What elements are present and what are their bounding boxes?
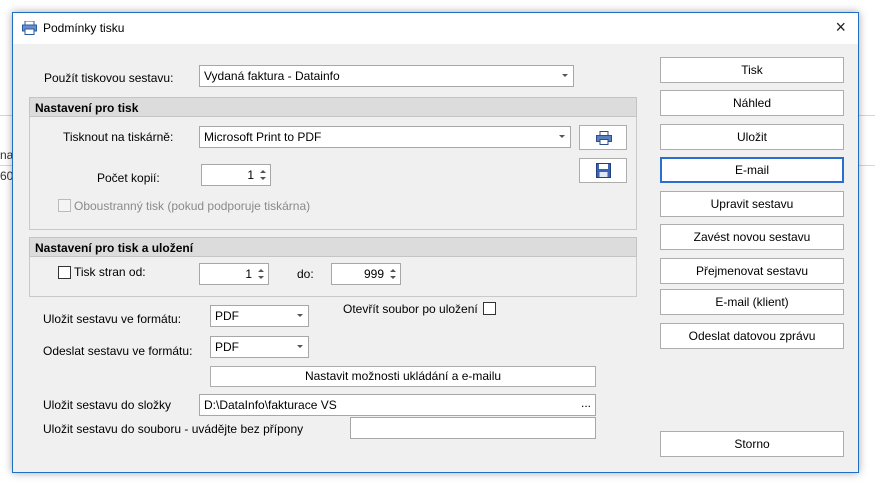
report-label: Použít tiskovou sestavu:	[44, 71, 174, 85]
title-bar: Podmínky tisku ×	[13, 13, 858, 44]
printer-icon	[22, 21, 37, 35]
chevron-up-icon[interactable]	[260, 170, 266, 173]
preview-button[interactable]: Náhled	[660, 90, 844, 116]
send-format-label: Odeslat sestavu ve formátu:	[43, 344, 193, 358]
open-after-save-checkbox[interactable]	[483, 302, 496, 315]
file-input[interactable]	[350, 417, 596, 439]
folder-value: D:\DataInfo\fakturace VS	[204, 398, 337, 412]
pages-to-value: 999	[363, 267, 384, 281]
edit-report-button[interactable]: Upravit sestavu	[660, 191, 844, 217]
send-format-select[interactable]: PDF	[210, 336, 309, 358]
duplex-checkbox[interactable]	[58, 199, 71, 212]
floppy-disk-icon	[596, 163, 611, 178]
file-label: Uložit sestavu do souboru - uvádějte bez…	[43, 422, 304, 436]
pages-to-stepper[interactable]: 999	[331, 263, 401, 285]
duplex-label: Oboustranný tisk (pokud podporuje tiskár…	[74, 199, 311, 213]
printer-setup-button[interactable]	[579, 125, 627, 150]
chevron-down-icon	[297, 345, 303, 348]
printer-value: Microsoft Print to PDF	[204, 130, 322, 144]
save-format-label: Uložit sestavu ve formátu:	[43, 312, 182, 326]
printer-label: Tisknout na tiskárně:	[63, 130, 174, 144]
chevron-up-icon[interactable]	[258, 269, 264, 272]
page-range-checkbox[interactable]	[58, 266, 71, 279]
rename-report-button[interactable]: Přejmenovat sestavu	[660, 258, 844, 284]
save-format-value: PDF	[215, 309, 239, 323]
pages-from-label: Tisk stran od:	[74, 265, 146, 279]
copies-label: Počet kopií:	[97, 171, 160, 185]
dialog-title: Podmínky tisku	[43, 21, 125, 35]
print-settings-header: Nastavení pro tisk	[29, 97, 637, 117]
new-report-button[interactable]: Zavést novou sestavu	[660, 224, 844, 250]
copies-value: 1	[247, 168, 254, 182]
print-conditions-dialog: Podmínky tisku × Použít tiskovou sestavu…	[12, 12, 859, 473]
folder-label: Uložit sestavu do složky	[43, 398, 172, 412]
save-email-options-button[interactable]: Nastavit možnosti ukládání a e-mailu	[210, 366, 596, 387]
chevron-down-icon[interactable]	[390, 276, 396, 279]
chevron-down-icon	[297, 314, 303, 317]
email-client-button[interactable]: E-mail (klient)	[660, 289, 844, 315]
cancel-button[interactable]: Storno	[660, 431, 844, 457]
printer-icon	[596, 131, 612, 145]
report-value: Vydaná faktura - Datainfo	[204, 69, 340, 83]
printer-select[interactable]: Microsoft Print to PDF	[199, 126, 571, 148]
send-format-value: PDF	[215, 340, 239, 354]
folder-input[interactable]: D:\DataInfo\fakturace VS ...	[199, 394, 596, 416]
pages-to-label: do:	[297, 267, 314, 281]
save-button[interactable]: Uložit	[660, 124, 844, 150]
send-data-message-button[interactable]: Odeslat datovou zprávu	[660, 323, 844, 349]
print-save-header: Nastavení pro tisk a uložení	[29, 237, 637, 257]
pages-from-value: 1	[245, 267, 252, 281]
print-button[interactable]: Tisk	[660, 57, 844, 83]
save-settings-button[interactable]	[579, 158, 627, 183]
report-select[interactable]: Vydaná faktura - Datainfo	[199, 65, 574, 87]
chevron-down-icon	[559, 135, 565, 138]
pages-from-stepper[interactable]: 1	[199, 263, 269, 285]
chevron-down-icon[interactable]	[258, 276, 264, 279]
chevron-up-icon[interactable]	[390, 269, 396, 272]
chevron-down-icon[interactable]	[260, 177, 266, 180]
email-button[interactable]: E-mail	[660, 157, 844, 183]
save-format-select[interactable]: PDF	[210, 305, 309, 327]
chevron-down-icon	[562, 74, 568, 77]
close-icon[interactable]: ×	[835, 17, 846, 38]
copies-stepper[interactable]: 1	[201, 164, 271, 186]
open-after-save-label: Otevřít soubor po uložení	[343, 302, 478, 316]
browse-icon[interactable]: ...	[581, 396, 591, 410]
